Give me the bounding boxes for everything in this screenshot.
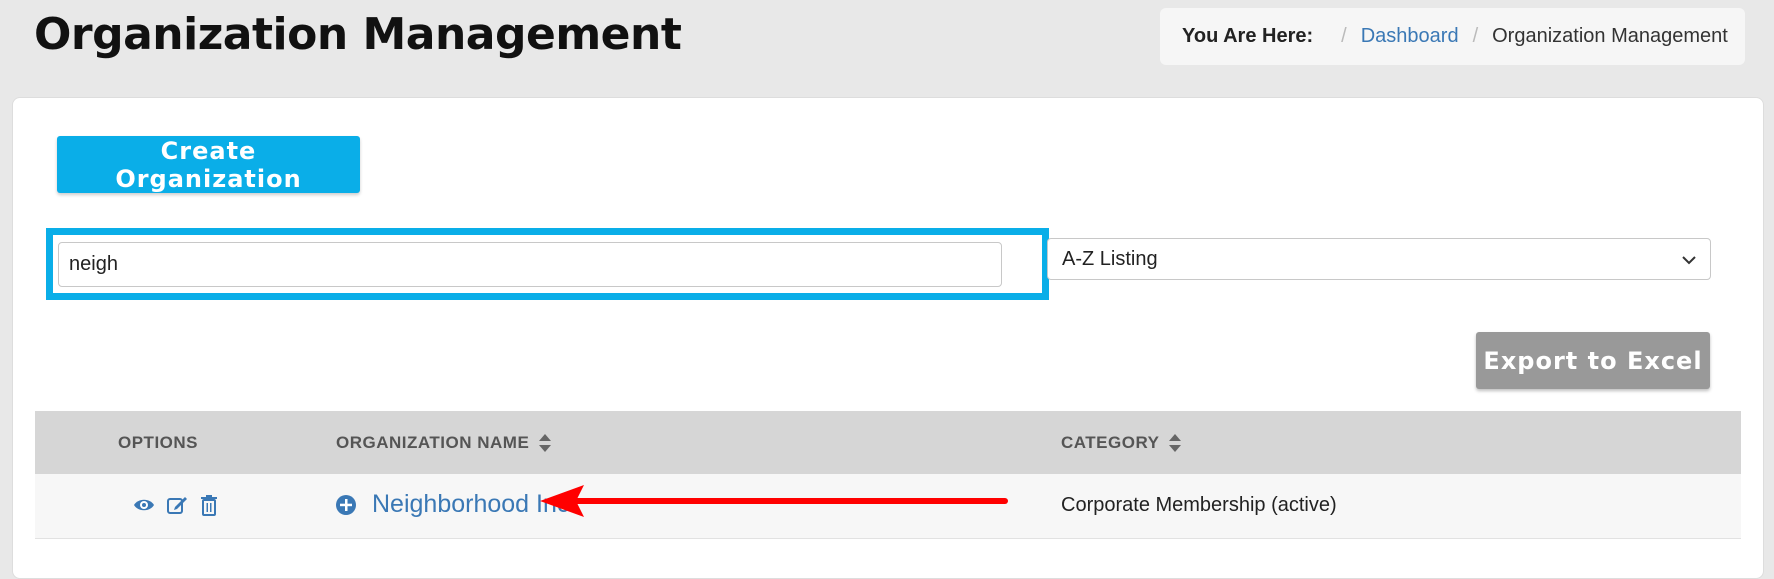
column-header-category[interactable]: CATEGORY	[1061, 411, 1182, 474]
eye-icon[interactable]	[133, 494, 155, 522]
sort-icon	[1169, 433, 1182, 452]
chevron-down-icon	[1682, 249, 1696, 270]
column-header-label: CATEGORY	[1061, 432, 1160, 452]
breadcrumb-separator: /	[1472, 25, 1479, 47]
edit-icon[interactable]	[166, 494, 188, 522]
expand-plus-icon[interactable]	[335, 494, 357, 522]
red-arrow-annotation	[540, 485, 1008, 517]
sort-icon	[539, 433, 552, 452]
category-cell: Corporate Membership (active)	[1061, 494, 1337, 516]
export-to-excel-button[interactable]: Export to Excel	[1476, 332, 1710, 389]
breadcrumb: You Are Here: / Dashboard / Organization…	[1160, 8, 1745, 65]
column-header-label: OPTIONS	[118, 432, 199, 452]
breadcrumb-label: You Are Here:	[1182, 25, 1314, 47]
column-header-organization-name[interactable]: ORGANIZATION NAME	[336, 411, 552, 474]
column-header-options: OPTIONS	[118, 411, 198, 474]
table-header: OPTIONS ORGANIZATION NAME CATEGORY	[35, 411, 1741, 474]
breadcrumb-current: Organization Management	[1492, 25, 1728, 47]
breadcrumb-link-dashboard[interactable]: Dashboard	[1361, 25, 1459, 48]
sort-select-value: A-Z Listing	[1062, 247, 1158, 270]
page-title: Organization Management	[34, 9, 682, 60]
create-organization-button[interactable]: Create Organization	[57, 136, 360, 193]
search-input[interactable]	[58, 242, 1002, 287]
search-highlight-box	[46, 228, 1049, 300]
sort-select[interactable]: A-Z Listing	[1047, 238, 1711, 280]
column-header-label: ORGANIZATION NAME	[336, 432, 530, 452]
breadcrumb-separator: /	[1341, 25, 1347, 47]
trash-icon[interactable]	[199, 494, 219, 522]
